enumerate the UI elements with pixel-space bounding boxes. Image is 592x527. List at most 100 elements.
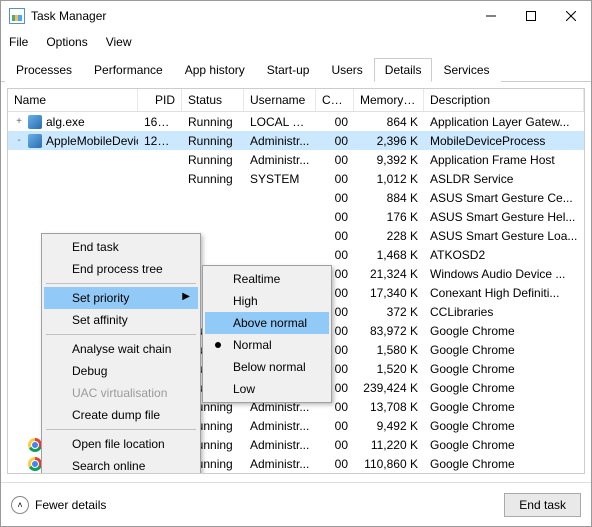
cell-mem: 9,392 K [354, 152, 424, 168]
minimize-button[interactable] [471, 1, 511, 31]
tab-processes[interactable]: Processes [5, 58, 83, 82]
process-name: AppleMobileDeviceP... [46, 134, 138, 148]
table-row[interactable]: RunningSYSTEM001,012 KASLDR Service [8, 169, 584, 188]
table-row[interactable]: RunningAdministr...009,392 KApplication … [8, 150, 584, 169]
col-username[interactable]: Username [244, 89, 316, 111]
menu-item-open-file-location[interactable]: Open file location [44, 433, 198, 455]
cell-user: Administr... [244, 418, 316, 434]
table-row[interactable]: -AppleMobileDeviceP...12076RunningAdmini… [8, 131, 584, 150]
menu-item-realtime[interactable]: Realtime [205, 268, 329, 290]
cell-status: Running [182, 133, 244, 149]
menu-item-debug[interactable]: Debug [44, 360, 198, 382]
cell-cpu: 00 [316, 171, 354, 187]
cell-desc: Application Frame Host [424, 152, 584, 168]
menu-item-search-online[interactable]: Search online [44, 455, 198, 474]
col-pid[interactable]: PID [138, 89, 182, 111]
col-status[interactable]: Status [182, 89, 244, 111]
process-name: alg.exe [46, 115, 85, 129]
cell-mem: 11,220 K [354, 437, 424, 453]
cell-mem: 110,860 K [354, 456, 424, 472]
cell-mem: 884 K [354, 190, 424, 206]
cell-desc: Google Chrome [424, 399, 584, 415]
menu-item-normal[interactable]: Normal [205, 334, 329, 356]
cell-cpu: 00 [316, 190, 354, 206]
cell-desc: Application Layer Gatew... [424, 114, 584, 130]
cell-mem: 228 K [354, 228, 424, 244]
col-description[interactable]: Description [424, 89, 584, 111]
col-name[interactable]: Name [8, 89, 138, 111]
tab-start-up[interactable]: Start-up [256, 58, 321, 82]
context-menu: End taskEnd process tree Set priority▶Set… [41, 233, 201, 474]
menu-item-create-dump-file[interactable]: Create dump file [44, 404, 198, 426]
maximize-button[interactable] [511, 1, 551, 31]
process-icon [28, 115, 42, 129]
cell-cpu: 00 [316, 456, 354, 472]
menu-item-end-task[interactable]: End task [44, 236, 198, 258]
cell-user: SYSTEM [244, 171, 316, 187]
cell-cpu: 00 [316, 247, 354, 263]
menu-view[interactable]: View [104, 33, 134, 51]
cell-mem: 13,708 K [354, 399, 424, 415]
separator [46, 283, 196, 284]
window-title: Task Manager [31, 9, 471, 23]
content: Name PID Status Username CPU Memory (p..… [1, 82, 591, 480]
tab-users[interactable]: Users [320, 58, 373, 82]
tab-app-history[interactable]: App history [174, 58, 256, 82]
process-grid: Name PID Status Username CPU Memory (p..… [7, 88, 585, 474]
cell-pid: 16488 [138, 114, 182, 130]
fewer-details-label: Fewer details [35, 498, 106, 512]
cell-desc: ASUS Smart Gesture Loa... [424, 228, 584, 244]
cell-desc: Google Chrome [424, 418, 584, 434]
cell-desc: CCLibraries [424, 304, 584, 320]
close-button[interactable] [551, 1, 591, 31]
table-row[interactable]: 00884 KASUS Smart Gesture Ce... [8, 188, 584, 207]
cell-status: Running [182, 171, 244, 187]
menu-item-high[interactable]: High [205, 290, 329, 312]
menu-item-below-normal[interactable]: Below normal [205, 356, 329, 378]
cell-mem: 176 K [354, 209, 424, 225]
tab-performance[interactable]: Performance [83, 58, 174, 82]
cell-user: Administr... [244, 456, 316, 472]
menu-item-set-priority[interactable]: Set priority▶ [44, 287, 198, 309]
cell-cpu: 00 [316, 418, 354, 434]
cell-mem: 83,972 K [354, 323, 424, 339]
col-cpu[interactable]: CPU [316, 89, 354, 111]
cell-user [244, 197, 316, 199]
table-row[interactable]: +alg.exe16488RunningLOCAL SE...00864 KAp… [8, 112, 584, 131]
cell-cpu: 00 [316, 114, 354, 130]
cell-mem: 239,424 K [354, 380, 424, 396]
col-memory[interactable]: Memory (p... [354, 89, 424, 111]
cell-desc: Google Chrome [424, 380, 584, 396]
menu-item-analyse-wait-chain[interactable]: Analyse wait chain [44, 338, 198, 360]
fewer-details-button[interactable]: ˄ Fewer details [11, 496, 106, 514]
tab-details[interactable]: Details [374, 58, 433, 82]
cell-mem: 864 K [354, 114, 424, 130]
cell-user [244, 235, 316, 237]
tab-services[interactable]: Services [432, 58, 500, 82]
menu-file[interactable]: File [7, 33, 30, 51]
cell-desc: Windows Audio Device ... [424, 266, 584, 282]
cell-cpu: 00 [316, 228, 354, 244]
end-task-button[interactable]: End task [504, 493, 581, 517]
radio-dot-icon [215, 342, 221, 348]
cell-user [244, 254, 316, 256]
menu-item-set-affinity[interactable]: Set affinity [44, 309, 198, 331]
menu-item-above-normal[interactable]: Above normal [205, 312, 329, 334]
expand-icon[interactable]: - [14, 135, 24, 146]
cell-desc: Google Chrome [424, 323, 584, 339]
titlebar: Task Manager [1, 1, 591, 31]
table-row[interactable]: 00176 KASUS Smart Gesture Hel... [8, 207, 584, 226]
cell-mem: 372 K [354, 304, 424, 320]
cell-mem: 1,468 K [354, 247, 424, 263]
separator [46, 334, 196, 335]
cell-mem: 21,324 K [354, 266, 424, 282]
expand-icon[interactable]: + [14, 116, 24, 127]
menu-item-low[interactable]: Low [205, 378, 329, 400]
cell-user: Administr... [244, 437, 316, 453]
menu-options[interactable]: Options [44, 33, 89, 51]
cell-pid [138, 197, 182, 199]
cell-desc: ATKOSD2 [424, 247, 584, 263]
separator [46, 429, 196, 430]
cell-user [244, 216, 316, 218]
menu-item-end-process-tree[interactable]: End process tree [44, 258, 198, 280]
